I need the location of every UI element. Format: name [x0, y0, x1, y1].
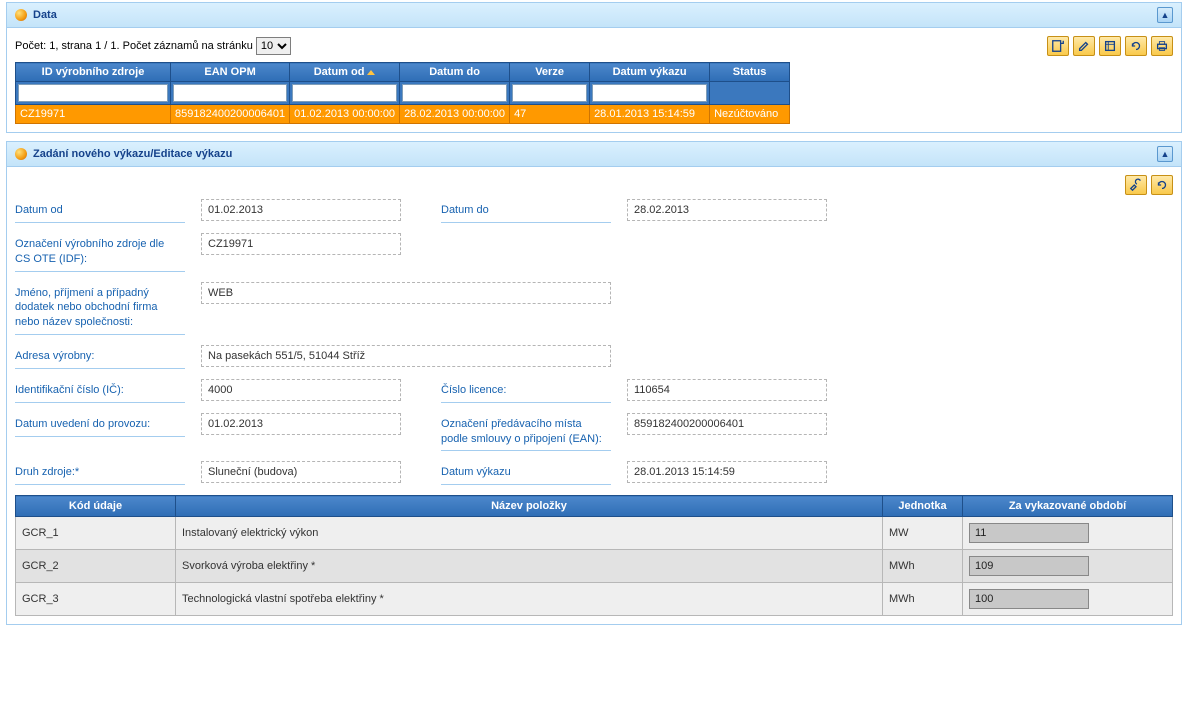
form-panel-title: Zadání nového výkazu/Editace výkazu: [33, 148, 232, 160]
toolbar-row: Počet: 1, strana 1 / 1. Počet záznamů na…: [15, 36, 1173, 56]
toolbar-icons: [1047, 36, 1173, 56]
label-name: Jméno, příjmení a případný dodatek nebo …: [15, 282, 185, 336]
detail-unit: MWh: [883, 583, 963, 616]
col-ver[interactable]: Verze: [510, 63, 590, 82]
label-idf: Označení výrobního zdroje dle CS OTE (ID…: [15, 233, 185, 272]
bullet-icon: [15, 9, 27, 21]
paging-label: Počet: 1, strana 1 / 1. Počet záznamů na…: [15, 40, 253, 52]
cell-status: Nezúčtováno: [710, 105, 790, 124]
col-ean[interactable]: EAN OPM: [171, 63, 290, 82]
dh-code[interactable]: Kód údaje: [16, 496, 176, 517]
dh-name[interactable]: Název položky: [176, 496, 883, 517]
detail-unit: MW: [883, 517, 963, 550]
detail-value-input[interactable]: [969, 556, 1089, 576]
data-panel-title: Data: [33, 9, 57, 21]
col-to[interactable]: Datum do: [400, 63, 510, 82]
detail-code: GCR_1: [16, 517, 176, 550]
cell-id: CZ19971: [16, 105, 171, 124]
form-panel-header: Zadání nového výkazu/Editace výkazu ▲: [7, 142, 1181, 167]
grid-filter-row: [16, 82, 790, 105]
label-commission: Datum uvedení do provozu:: [15, 413, 185, 437]
detail-row: GCR_2Svorková výroba elektřiny *MWh: [16, 550, 1173, 583]
detail-code: GCR_2: [16, 550, 176, 583]
detail-row: GCR_3Technologická vlastní spotřeba elek…: [16, 583, 1173, 616]
bullet-icon: [15, 148, 27, 160]
label-date-from: Datum od: [15, 199, 185, 223]
label-address: Adresa výrobny:: [15, 345, 185, 369]
cell-from: 01.02.2013 00:00:00: [290, 105, 400, 124]
grid-data-row[interactable]: CZ19971 859182400200006401 01.02.2013 00…: [16, 105, 790, 124]
collapse-button[interactable]: ▲: [1157, 7, 1173, 23]
detail-value-cell: [963, 583, 1173, 616]
label-type: Druh zdroje:*: [15, 461, 185, 485]
detail-value-input[interactable]: [969, 523, 1089, 543]
cell-ver: 47: [510, 105, 590, 124]
label-date-to: Datum do: [441, 199, 611, 223]
cell-rep: 28.01.2013 15:14:59: [590, 105, 710, 124]
detail-header-row: Kód údaje Název položky Jednotka Za vyka…: [16, 496, 1173, 517]
data-panel: Data ▲ Počet: 1, strana 1 / 1. Počet záz…: [6, 2, 1182, 133]
cell-to: 28.02.2013 00:00:00: [400, 105, 510, 124]
new-button[interactable]: [1047, 36, 1069, 56]
filter-ver[interactable]: [512, 84, 587, 102]
data-panel-body: Počet: 1, strana 1 / 1. Počet záznamů na…: [7, 28, 1181, 132]
filter-ean[interactable]: [173, 84, 287, 102]
input-name[interactable]: [201, 282, 611, 304]
filter-rep[interactable]: [592, 84, 707, 102]
refresh-button[interactable]: [1125, 36, 1147, 56]
form-toolbar: [15, 175, 1173, 195]
col-id[interactable]: ID výrobního zdroje: [16, 63, 171, 82]
input-ean[interactable]: [627, 413, 827, 435]
filter-from[interactable]: [292, 84, 397, 102]
grid-header-row: ID výrobního zdroje EAN OPM Datum od Dat…: [16, 63, 790, 82]
detail-row: GCR_1Instalovaný elektrický výkonMW: [16, 517, 1173, 550]
detail-value-input[interactable]: [969, 589, 1089, 609]
detail-name: Svorková výroba elektřiny *: [176, 550, 883, 583]
input-date-from[interactable]: [201, 199, 401, 221]
detail-table: Kód údaje Název položky Jednotka Za vyka…: [15, 495, 1173, 616]
detail-value-cell: [963, 517, 1173, 550]
input-report-date[interactable]: [627, 461, 827, 483]
col-status[interactable]: Status: [710, 63, 790, 82]
input-address[interactable]: [201, 345, 611, 367]
dh-unit[interactable]: Jednotka: [883, 496, 963, 517]
data-grid: ID výrobního zdroje EAN OPM Datum od Dat…: [15, 62, 790, 124]
input-idf[interactable]: [201, 233, 401, 255]
form-panel: Zadání nového výkazu/Editace výkazu ▲ Da…: [6, 141, 1182, 625]
label-ic: Identifikační číslo (IČ):: [15, 379, 185, 403]
input-licence[interactable]: [627, 379, 827, 401]
sort-asc-icon: [367, 70, 375, 75]
input-ic[interactable]: [201, 379, 401, 401]
label-ean: Označení předávacího místa podle smlouvy…: [441, 413, 611, 452]
label-report-date: Datum výkazu: [441, 461, 611, 485]
input-date-to[interactable]: [627, 199, 827, 221]
col-rep[interactable]: Datum výkazu: [590, 63, 710, 82]
col-from[interactable]: Datum od: [290, 63, 400, 82]
col-from-label: Datum od: [314, 66, 365, 78]
tool-refresh-button[interactable]: [1151, 175, 1173, 195]
label-licence: Číslo licence:: [441, 379, 611, 403]
print-button[interactable]: [1151, 36, 1173, 56]
detail-unit: MWh: [883, 550, 963, 583]
cell-ean: 859182400200006401: [171, 105, 290, 124]
input-commission[interactable]: [201, 413, 401, 435]
paging-info: Počet: 1, strana 1 / 1. Počet záznamů na…: [15, 37, 291, 55]
form-grid: Datum od Datum do Označení výrobního zdr…: [15, 199, 1173, 485]
detail-name: Technologická vlastní spotřeba elektřiny…: [176, 583, 883, 616]
edit-button[interactable]: [1073, 36, 1095, 56]
filter-to[interactable]: [402, 84, 507, 102]
detail-code: GCR_3: [16, 583, 176, 616]
page-size-select[interactable]: 10: [256, 37, 291, 55]
detail-name: Instalovaný elektrický výkon: [176, 517, 883, 550]
tool-settings-button[interactable]: [1125, 175, 1147, 195]
export-button[interactable]: [1099, 36, 1121, 56]
filter-id[interactable]: [18, 84, 168, 102]
detail-value-cell: [963, 550, 1173, 583]
input-type[interactable]: [201, 461, 401, 483]
collapse-button[interactable]: ▲: [1157, 146, 1173, 162]
form-panel-body: Datum od Datum do Označení výrobního zdr…: [7, 167, 1181, 624]
dh-period[interactable]: Za vykazované období: [963, 496, 1173, 517]
data-panel-header: Data ▲: [7, 3, 1181, 28]
